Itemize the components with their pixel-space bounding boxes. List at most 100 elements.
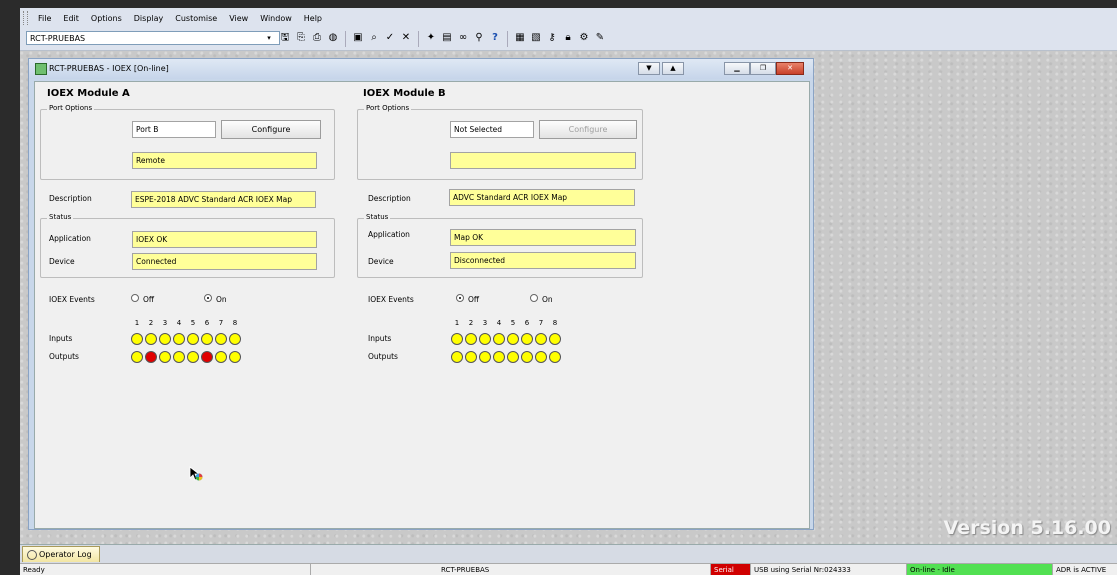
output-led: [159, 351, 171, 363]
close-button[interactable]: ✕: [776, 62, 804, 75]
input-led: [479, 333, 491, 345]
menu-display[interactable]: Display: [128, 14, 170, 23]
status-conn-flag: Serial: [710, 564, 750, 575]
channel-number: 1: [454, 319, 460, 327]
input-led: [187, 333, 199, 345]
module-a-events-off-radio[interactable]: [131, 294, 139, 302]
channel-number: 7: [538, 319, 544, 327]
output-led: [229, 351, 241, 363]
disk-icon[interactable]: 🖫: [278, 31, 292, 45]
channel-number: 3: [162, 319, 168, 327]
pencil-icon[interactable]: ✎: [593, 31, 607, 45]
copy-icon[interactable]: ⎘: [294, 31, 308, 45]
doc-icon[interactable]: ▧: [529, 31, 543, 45]
module-a-application-field: IOEX OK: [132, 231, 317, 248]
output-led: [479, 351, 491, 363]
module-b-configure-button[interactable]: Configure: [539, 120, 637, 139]
restore-button[interactable]: ❐: [750, 62, 776, 75]
channel-number: 2: [468, 319, 474, 327]
module-b-events-on-label: On: [542, 295, 553, 304]
output-led: [131, 351, 143, 363]
input-led: [229, 333, 241, 345]
module-a-events-on-label: On: [216, 295, 227, 304]
channel-number: 6: [524, 319, 530, 327]
menu-edit[interactable]: Edit: [57, 14, 85, 23]
output-led: [451, 351, 463, 363]
module-a-device-label: Device: [49, 257, 75, 266]
menu-customise[interactable]: Customise: [169, 14, 223, 23]
chevron-down-icon[interactable]: ▾: [264, 32, 274, 44]
menu-options[interactable]: Options: [85, 14, 128, 23]
window-title: RCT-PRUEBAS - IOEX [On-line]: [49, 64, 169, 73]
menu-help[interactable]: Help: [298, 14, 328, 23]
panel-icon[interactable]: ▣: [351, 31, 365, 45]
zoom-icon[interactable]: ⌕: [367, 31, 381, 45]
output-led: [201, 351, 213, 363]
key-icon[interactable]: ⚷: [545, 31, 559, 45]
input-led: [451, 333, 463, 345]
status-device: RCT-PRUEBAS: [310, 564, 710, 575]
output-led: [465, 351, 477, 363]
page-icon[interactable]: ▤: [440, 31, 454, 45]
module-a-status-group: Status Application IOEX OK Device Connec…: [40, 213, 335, 278]
output-led: [535, 351, 547, 363]
channel-number: 2: [148, 319, 154, 327]
menubar-grip[interactable]: [23, 11, 28, 25]
menu-file[interactable]: File: [32, 14, 57, 23]
module-b-application-field: Map OK: [450, 229, 636, 246]
module-a-events-label: IOEX Events: [49, 295, 95, 304]
search-icon[interactable]: ⚲: [472, 31, 486, 45]
color-icon[interactable]: ✦: [424, 31, 438, 45]
grid-icon[interactable]: ▦: [513, 31, 527, 45]
module-b-inputs-label: Inputs: [368, 334, 392, 343]
input-led: [549, 333, 561, 345]
lock-icon[interactable]: 🔒︎: [561, 31, 575, 45]
output-led: [521, 351, 533, 363]
output-led: [507, 351, 519, 363]
check-icon[interactable]: ✓: [383, 31, 397, 45]
ioex-window-titlebar[interactable]: RCT-PRUEBAS - IOEX [On-line] ▼ ▲ ▁ ❐ ✕: [29, 59, 813, 79]
module-b-port-field[interactable]: Not Selected: [450, 121, 534, 138]
wrench-icon[interactable]: ⚙: [577, 31, 591, 45]
input-led: [521, 333, 533, 345]
module-b-device-field: Disconnected: [450, 252, 636, 269]
help-icon[interactable]: ?: [488, 31, 502, 45]
module-b-inputs-leds: [451, 333, 561, 345]
module-b-events-on-radio[interactable]: [530, 294, 538, 302]
module-a-events-on-radio[interactable]: [204, 294, 212, 302]
input-led: [173, 333, 185, 345]
module-a-outputs-leds: [131, 351, 241, 363]
output-led: [215, 351, 227, 363]
module-a-configure-button[interactable]: Configure: [221, 120, 321, 139]
module-b-events-off-radio[interactable]: [456, 294, 464, 302]
menu-view[interactable]: View: [223, 14, 254, 23]
cross-icon[interactable]: ✕: [399, 31, 413, 45]
device-combo[interactable]: RCT-PRUEBAS: [26, 31, 280, 45]
magnifier-icon: [27, 550, 37, 560]
scroll-down-button[interactable]: ▼: [638, 62, 660, 75]
module-b-outputs-leds: [451, 351, 561, 363]
module-b-port-status: [450, 152, 636, 169]
module-a-description-label: Description: [49, 194, 92, 203]
scroll-up-button[interactable]: ▲: [662, 62, 684, 75]
module-a-port-status: Remote: [132, 152, 317, 169]
channel-number: 4: [496, 319, 502, 327]
status-connection: USB using Serial Nr:024333: [750, 564, 906, 575]
operator-log-label: Operator Log: [39, 550, 92, 559]
binoculars-icon[interactable]: ∞: [456, 31, 470, 45]
menu-bar: File Edit Options Display Customise View…: [20, 8, 1117, 28]
module-a-inputs-leds: [131, 333, 241, 345]
module-b-application-label: Application: [368, 230, 410, 239]
module-b-channel-numbers: 12345678: [451, 319, 561, 327]
toolbar-separator: [418, 31, 419, 47]
module-a-device-field: Connected: [132, 253, 317, 270]
module-a-port-field[interactable]: Port B: [132, 121, 216, 138]
module-b-description-field: ADVC Standard ACR IOEX Map: [449, 189, 635, 206]
operator-log-tab[interactable]: Operator Log: [22, 546, 100, 562]
minimize-button[interactable]: ▁: [724, 62, 750, 75]
ioex-window: RCT-PRUEBAS - IOEX [On-line] ▼ ▲ ▁ ❐ ✕ I…: [28, 58, 814, 530]
toolbar-separator: [507, 31, 508, 47]
print-icon[interactable]: ⎙: [310, 31, 324, 45]
menu-window[interactable]: Window: [254, 14, 298, 23]
globe-icon[interactable]: ◍: [326, 31, 340, 45]
